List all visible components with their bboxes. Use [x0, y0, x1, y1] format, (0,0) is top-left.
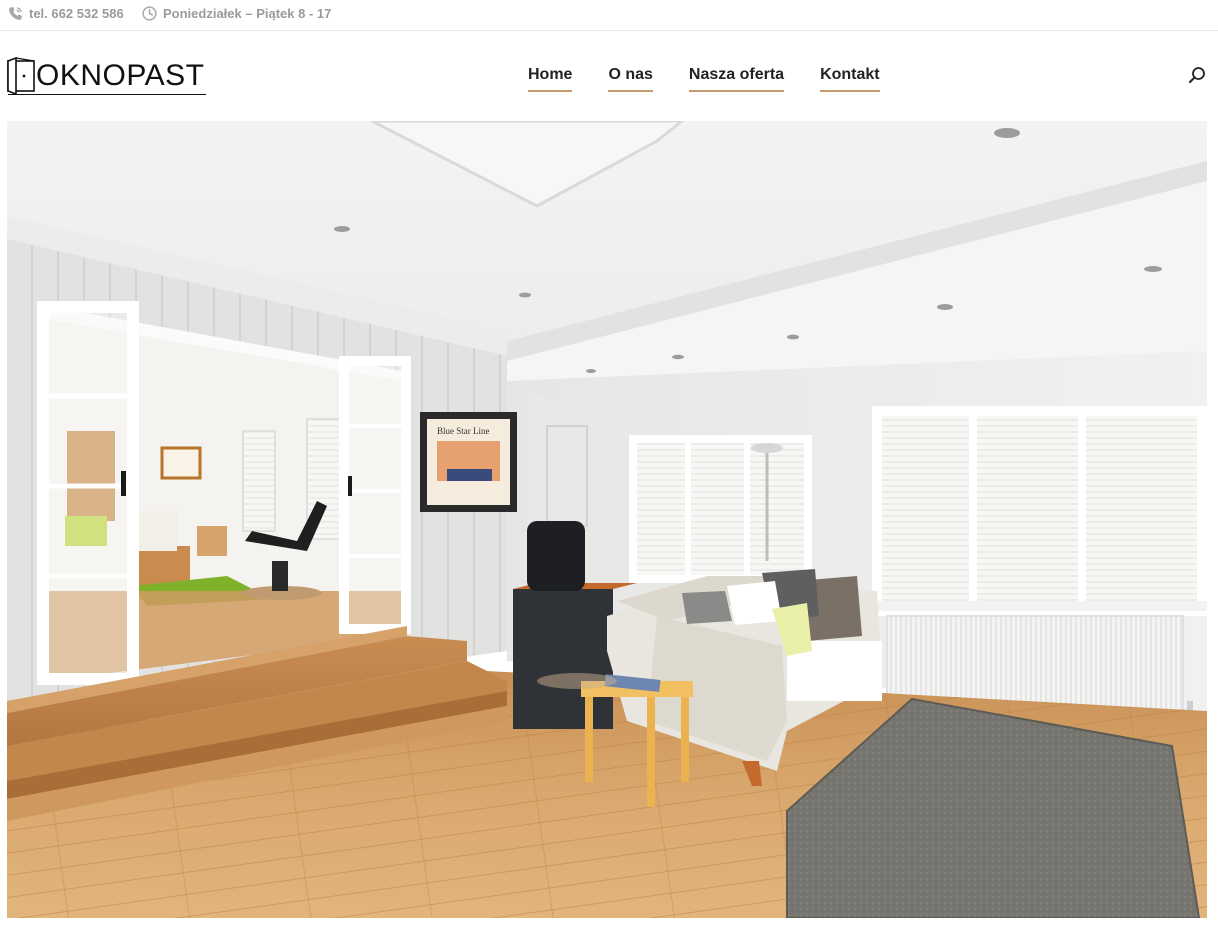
- main-nav: Home O nas Nasza oferta Kontakt: [528, 66, 880, 92]
- search-button[interactable]: [1188, 66, 1208, 86]
- nav-item-kontakt[interactable]: Kontakt: [820, 66, 880, 92]
- top-info-bar: tel. 662 532 586 Poniedziałek – Piątek 8…: [0, 0, 1218, 31]
- phone-icon: [8, 6, 23, 21]
- poster-caption: Blue Star Line: [437, 426, 490, 436]
- site-header: OKNOPAST Home O nas Nasza oferta Kontakt: [0, 31, 1218, 121]
- hero-image: Blue Star Line: [7, 121, 1207, 918]
- search-icon: [1188, 66, 1208, 84]
- clock-icon: [142, 6, 157, 21]
- logo-wordmark: OKNOPAST: [36, 59, 205, 92]
- site-logo[interactable]: OKNOPAST: [6, 56, 208, 96]
- nav-item-home[interactable]: Home: [528, 66, 573, 92]
- door-logo-icon: [6, 57, 38, 95]
- logo-underline: [8, 94, 206, 95]
- nav-item-o-nas[interactable]: O nas: [608, 66, 653, 92]
- phone-text: tel. 662 532 586: [29, 6, 124, 21]
- hours-text: Poniedziałek – Piątek 8 - 17: [163, 6, 332, 21]
- phone-info[interactable]: tel. 662 532 586: [8, 6, 124, 21]
- nav-item-nasza-oferta[interactable]: Nasza oferta: [688, 66, 785, 92]
- hours-info: Poniedziałek – Piątek 8 - 17: [142, 6, 331, 21]
